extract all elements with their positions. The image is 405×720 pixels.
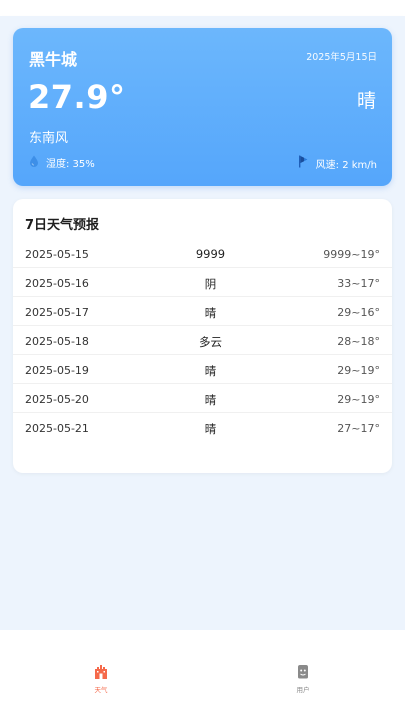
forecast-condition: 晴 xyxy=(204,393,217,407)
forecast-date: 2025-05-19 xyxy=(25,364,89,377)
forecast-date: 2025-05-15 xyxy=(25,248,89,261)
forecast-row: 2025-05-20 晴 29~19° xyxy=(13,384,392,413)
city-name: 黑牛城 xyxy=(29,50,78,69)
forecast-condition: 晴 xyxy=(204,422,217,436)
forecast-temp-range: 29~19° xyxy=(337,393,380,406)
user-icon xyxy=(296,664,310,683)
current-weather-card: 黑牛城 2025年5月15日 27.9° 晴 东南风 湿度: 35% 风速: 2… xyxy=(13,28,392,186)
forecast-condition: 多云 xyxy=(199,335,222,349)
tab-weather-label: 天气 xyxy=(94,686,108,694)
forecast-row: 2025-05-21 晴 27~17° xyxy=(13,413,392,442)
bottom-tab-bar: 天气 用户 xyxy=(0,630,405,720)
forecast-date: 2025-05-20 xyxy=(25,393,89,406)
current-condition: 晴 xyxy=(356,90,376,112)
current-temperature: 27.9° xyxy=(28,78,126,116)
forecast-temp-range: 27~17° xyxy=(337,422,380,435)
wind-speed-info: 风速: 2 km/h xyxy=(298,155,377,171)
forecast-condition: 晴 xyxy=(204,364,217,378)
forecast-temp-range: 9999~19° xyxy=(323,248,380,261)
forecast-condition: 晴 xyxy=(204,306,217,320)
forecast-condition: 阴 xyxy=(204,277,217,291)
forecast-row: 2025-05-17 晴 29~16° xyxy=(13,297,392,326)
wind-speed-text: 风速: 2 km/h xyxy=(315,159,377,171)
forecast-row: 2025-05-18 多云 28~18° xyxy=(13,326,392,355)
wind-direction: 东南风 xyxy=(29,131,69,146)
forecast-row: 2025-05-15 9999 9999~19° xyxy=(13,239,392,268)
forecast-date: 2025-05-21 xyxy=(25,422,89,435)
forecast-card: 7日天气预报 2025-05-15 9999 9999~19° 2025-05-… xyxy=(13,199,392,473)
tab-user[interactable]: 用户 xyxy=(283,664,323,694)
humidity-info: 湿度: 35% xyxy=(29,155,95,170)
humidity-text: 湿度: 35% xyxy=(46,159,95,170)
tab-user-label: 用户 xyxy=(296,686,310,694)
forecast-row: 2025-05-16 阴 33~17° xyxy=(13,268,392,297)
forecast-date: 2025-05-17 xyxy=(25,306,89,319)
current-date: 2025年5月15日 xyxy=(306,52,377,63)
wind-flag-icon xyxy=(298,155,309,171)
forecast-temp-range: 28~18° xyxy=(337,335,380,348)
forecast-temp-range: 29~19° xyxy=(337,364,380,377)
forecast-row: 2025-05-19 晴 29~19° xyxy=(13,355,392,384)
forecast-list: 2025-05-15 9999 9999~19° 2025-05-16 阴 33… xyxy=(13,239,392,442)
castle-icon xyxy=(94,664,108,683)
top-strip xyxy=(0,0,405,16)
forecast-temp-range: 29~16° xyxy=(337,306,380,319)
forecast-date: 2025-05-18 xyxy=(25,335,89,348)
forecast-condition: 9999 xyxy=(195,247,226,261)
forecast-date: 2025-05-16 xyxy=(25,277,89,290)
forecast-title: 7日天气预报 xyxy=(25,218,100,233)
tab-weather[interactable]: 天气 xyxy=(81,664,121,694)
water-drop-icon xyxy=(29,155,39,170)
forecast-temp-range: 33~17° xyxy=(337,277,380,290)
